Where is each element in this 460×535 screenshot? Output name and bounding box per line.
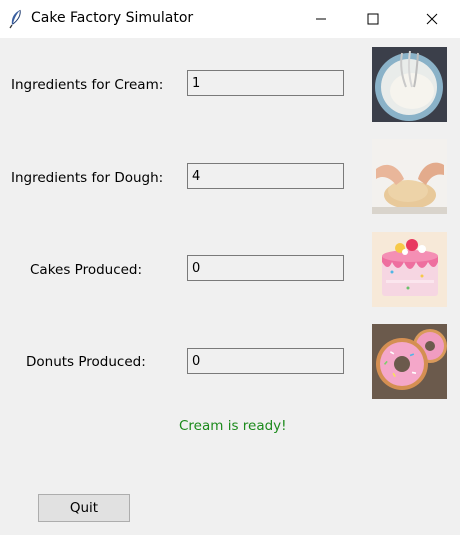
maximize-button[interactable] — [350, 0, 396, 38]
cakes-produced-field[interactable] — [187, 255, 344, 281]
close-button[interactable] — [409, 0, 455, 38]
dough-ingredients-field[interactable] — [187, 163, 344, 189]
cakes-produced-label: Cakes Produced: — [30, 262, 143, 278]
feather-icon — [8, 9, 24, 29]
status-text: Cream is ready! — [179, 418, 287, 434]
pink-donuts-photo — [372, 324, 447, 399]
dough-ingredients-label: Ingredients for Dough: — [11, 170, 164, 186]
quit-button[interactable]: Quit — [38, 494, 130, 522]
donuts-produced-field[interactable] — [187, 348, 344, 374]
minimize-button[interactable] — [298, 0, 344, 38]
cream-ingredients-field[interactable] — [187, 70, 344, 96]
window-title: Cake Factory Simulator — [31, 10, 194, 26]
kneading-dough-photo — [372, 139, 447, 214]
donuts-produced-label: Donuts Produced: — [26, 354, 146, 370]
cream-bowl-photo — [372, 47, 447, 122]
pink-cake-photo — [372, 232, 447, 307]
title-bar: Cake Factory Simulator — [0, 0, 460, 38]
cream-ingredients-label: Ingredients for Cream: — [11, 77, 164, 93]
